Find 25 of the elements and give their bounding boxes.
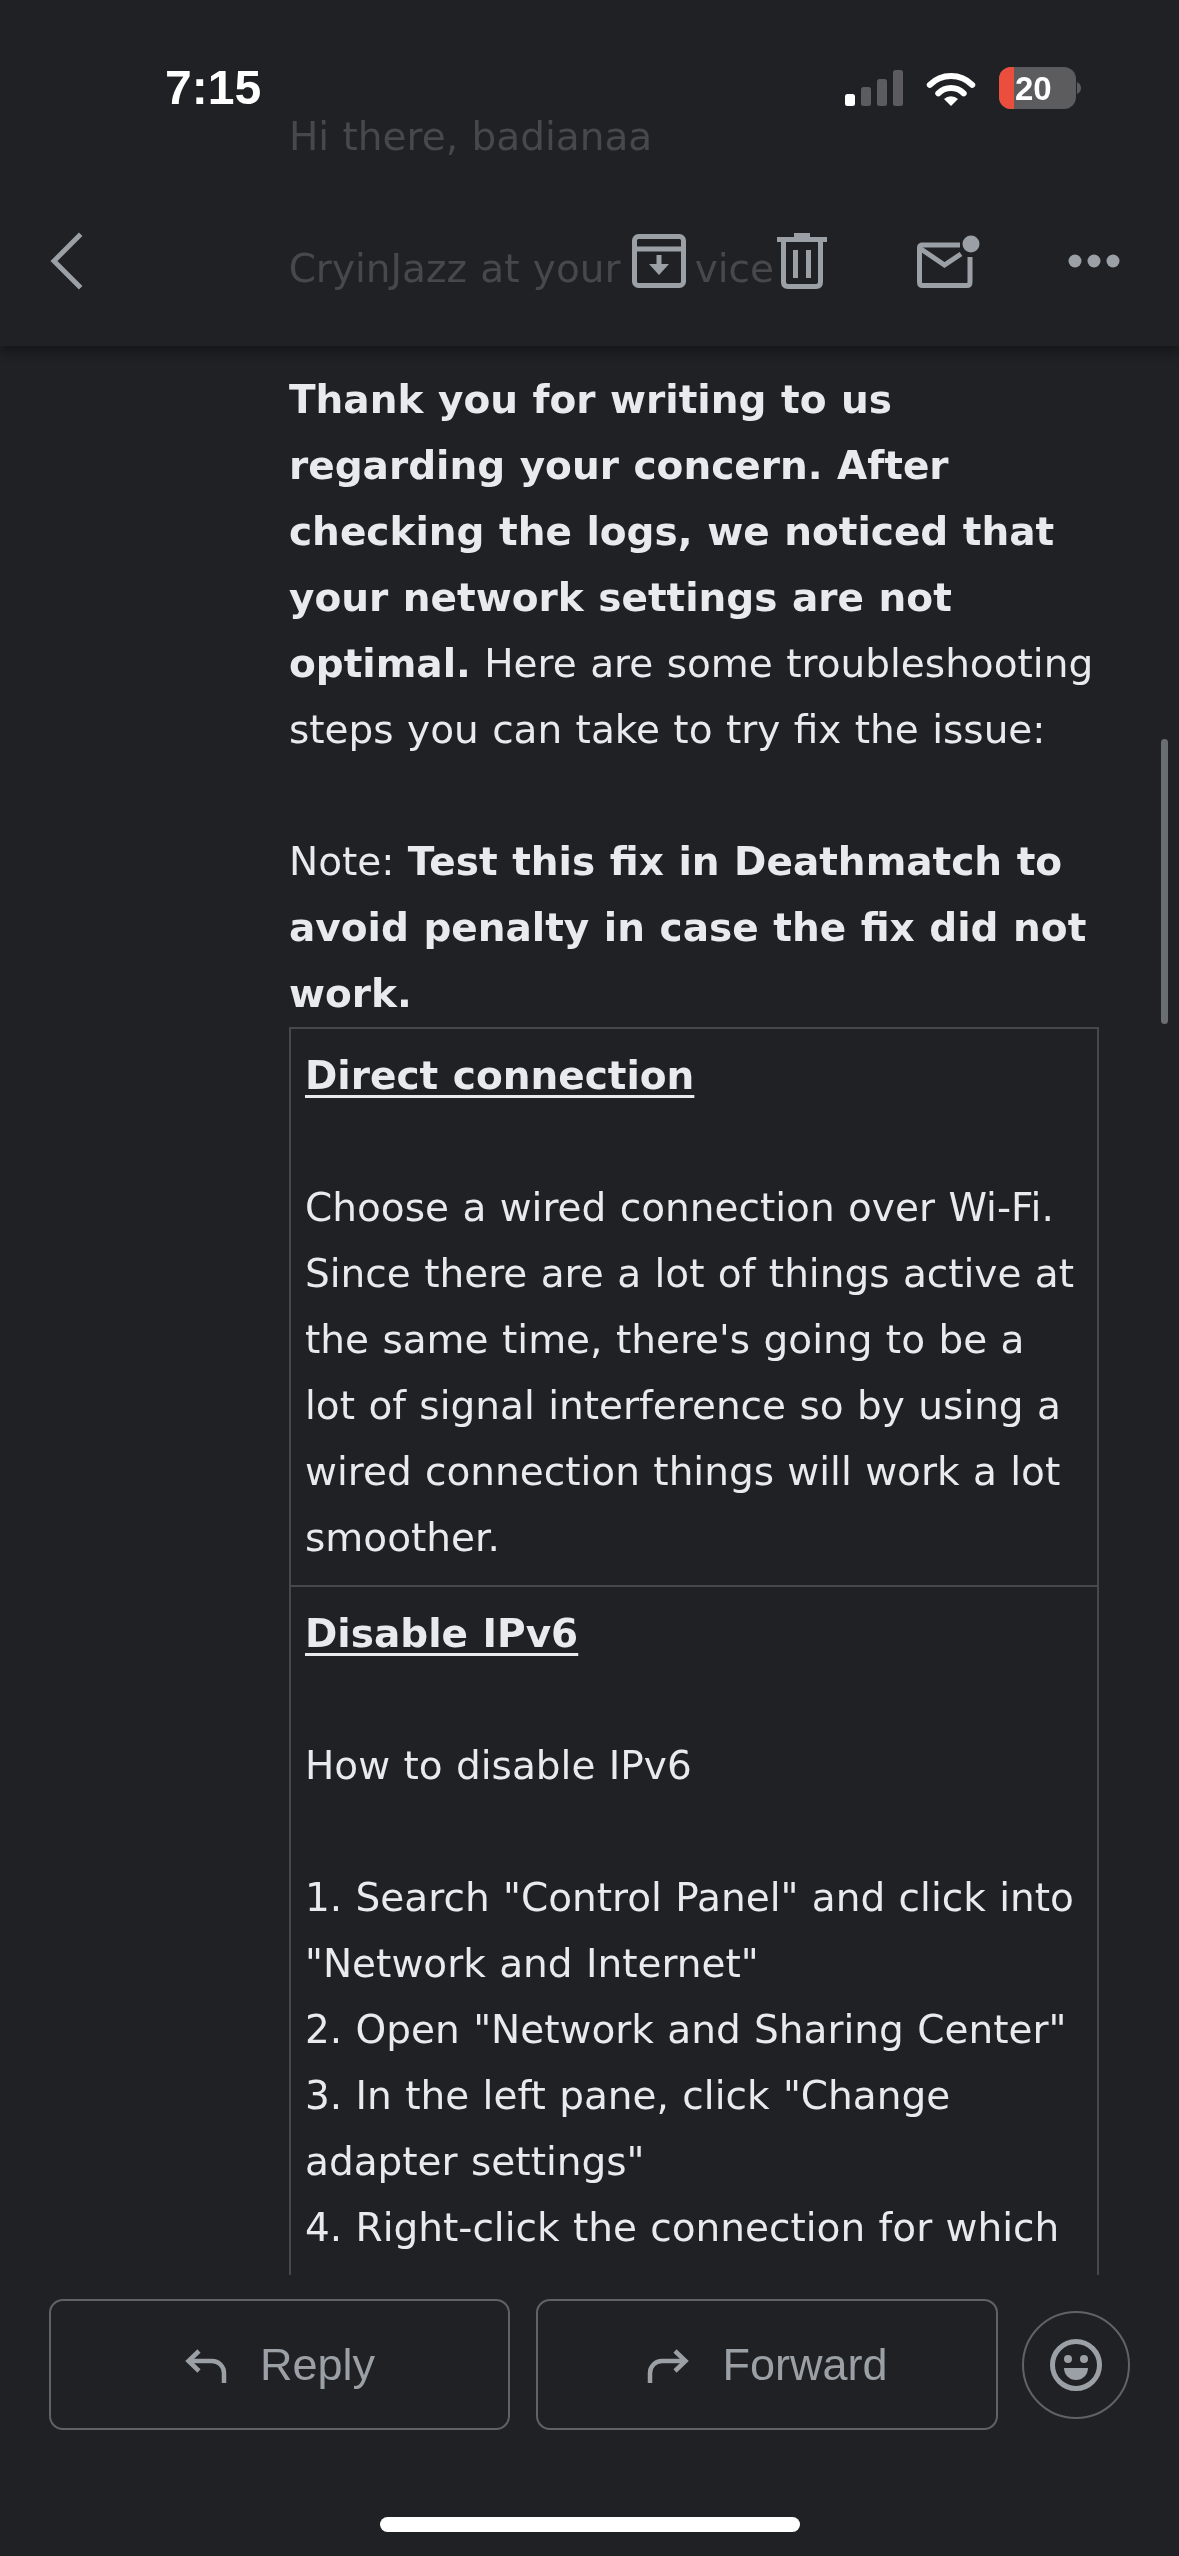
signal-icon <box>845 70 903 106</box>
tip-text: 4. Right-click the connection for which <box>305 2204 1060 2252</box>
box-arrow-down-icon[interactable] <box>631 234 686 288</box>
tip-text: 3. In the left pane, click "Change adapter settings" <box>305 2072 952 2186</box>
tip-text: How to disable IPv6 <box>305 1742 692 1790</box>
more-options-icon[interactable] <box>1068 254 1120 268</box>
trash-icon[interactable] <box>777 233 827 289</box>
back-icon[interactable] <box>49 231 85 291</box>
reply-arrow-icon <box>183 2346 228 2383</box>
battery-percentage: 20 <box>1015 72 1052 105</box>
tip-text: 1. Search "Control Panel" and click into "Network and Internet" <box>305 1874 1075 1988</box>
forward-arrow-icon <box>646 2346 691 2383</box>
reply-button[interactable]: Reply <box>49 2299 510 2430</box>
emoji-reaction-button[interactable] <box>1022 2310 1130 2419</box>
battery-icon <box>999 67 1081 109</box>
section-heading: Disable IPv6 <box>305 1610 579 1658</box>
smiley-icon <box>1050 2338 1102 2391</box>
tip-text: 2. Open "Network and Sharing Center" <box>305 2006 1067 2054</box>
email-paragraph: Note: Test this fix in Deathmatch to avoid penalty in case the fix did not work. <box>289 838 1088 1018</box>
tip-text: Choose a wired connection over Wi-Fi. Since there are a lot of things active at the same time, there's going to be a lot of signal interference so by using a wired connection things will work a lot smoother. <box>305 1184 1075 1562</box>
section-heading: Direct connection <box>305 1052 695 1100</box>
status-time: 7:15 <box>165 64 262 112</box>
forward-button[interactable]: Forward <box>536 2299 998 2430</box>
email-paragraph: Thank you for writing to us regarding your concern. After checking the logs, we noticed that your network settings are not optimal. Here are some troubleshooting steps you can take to try fix the issue: <box>289 376 1095 754</box>
envelope-dot-icon[interactable] <box>917 234 980 288</box>
